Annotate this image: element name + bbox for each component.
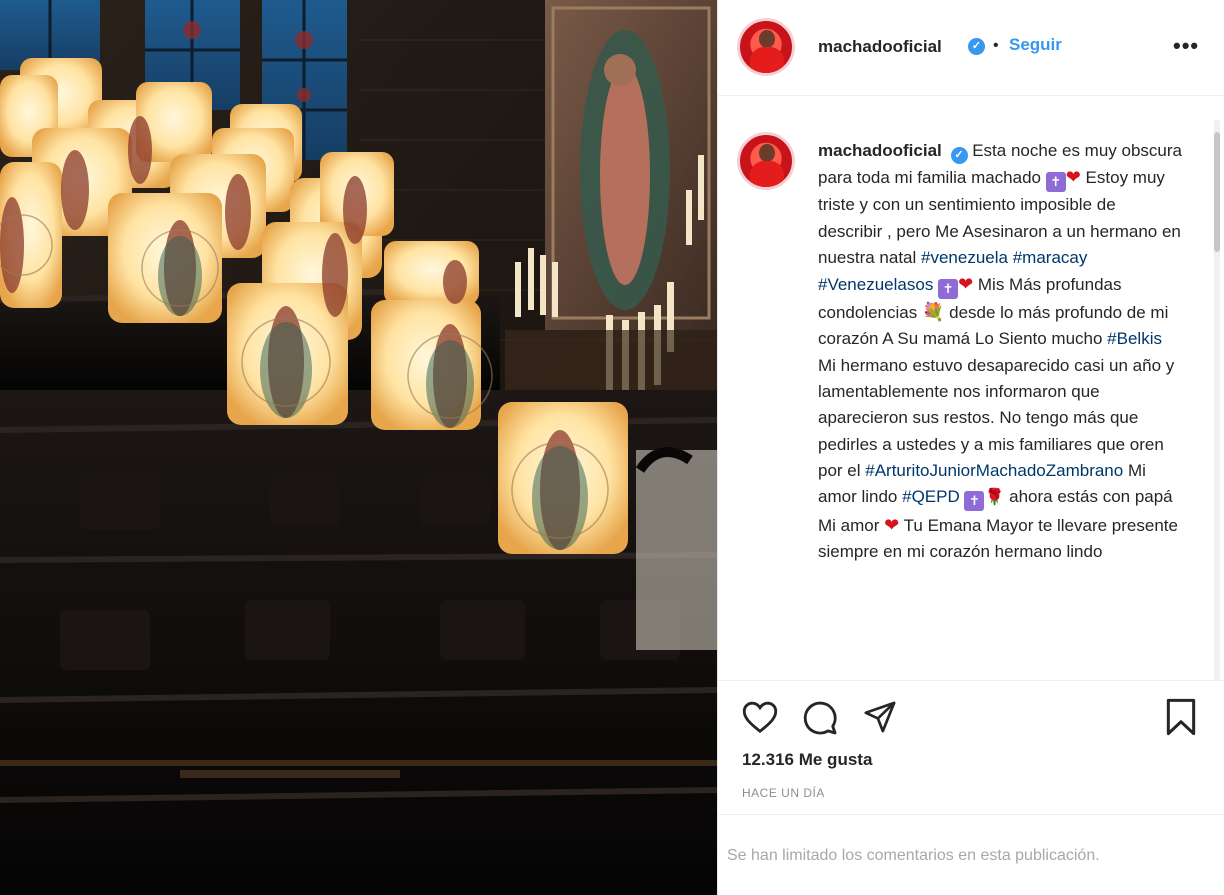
candles-photo-image: [0, 0, 717, 895]
cross-emoji-icon: ✝: [964, 491, 985, 512]
hashtag-link[interactable]: #venezuela: [921, 248, 1008, 267]
more-options-icon[interactable]: •••: [1173, 33, 1199, 59]
cross-emoji-icon: ✝: [1045, 172, 1066, 193]
header-username[interactable]: machadooficial: [818, 37, 942, 57]
post-header: machadooficial ✓ • Seguir •••: [718, 0, 1224, 96]
hashtag-link[interactable]: #Belkis: [1107, 329, 1162, 348]
bookmark-icon[interactable]: [1164, 698, 1198, 736]
likes-count[interactable]: 12.316 Me gusta: [742, 750, 872, 770]
hashtag-link[interactable]: #maracay: [1013, 248, 1088, 267]
red-heart-emoji-icon: ❤: [1065, 167, 1081, 188]
post-timestamp[interactable]: HACE UN DÍA: [742, 786, 825, 800]
follow-button[interactable]: Seguir: [1009, 35, 1062, 55]
verified-badge-icon: ✓: [950, 147, 968, 164]
comments-limited-notice: Se han limitado los comentarios en esta …: [718, 814, 1224, 895]
action-bar: [718, 680, 1224, 681]
caption-text: Esta noche es muy obscura para toda mi f…: [818, 141, 1182, 561]
verified-badge-icon: ✓: [968, 38, 985, 55]
rose-emoji-icon: 🌹: [984, 489, 1005, 507]
paper-plane-icon[interactable]: [862, 700, 898, 734]
heart-outline-icon[interactable]: [742, 700, 778, 734]
hashtag-link[interactable]: #QEPD: [902, 487, 960, 506]
hashtag-link[interactable]: #Venezuelasos: [818, 275, 933, 294]
cross-emoji-icon: ✝: [938, 279, 959, 300]
scrollbar-thumb[interactable]: [1214, 132, 1220, 252]
comment-bubble-icon[interactable]: [802, 700, 838, 736]
hashtag-link[interactable]: #ArturitoJuniorMachadoZambrano: [865, 461, 1123, 480]
post-details-panel: machadooficial ✓ • Seguir ••• machadoofi…: [717, 0, 1224, 895]
red-heart-emoji-icon: ❤: [958, 274, 974, 295]
post-caption: machadooficial ✓ Esta noche es muy obscu…: [818, 138, 1183, 678]
post-photo[interactable]: [0, 0, 717, 895]
caption-scrollbar[interactable]: [1214, 120, 1220, 680]
bouquet-emoji-icon: 💐: [921, 302, 945, 323]
avatar[interactable]: [737, 18, 795, 76]
separator-dot: •: [993, 37, 999, 54]
caption-avatar[interactable]: [737, 132, 795, 190]
caption-username[interactable]: machadooficial: [818, 141, 942, 160]
red-heart-emoji-icon: ❤: [884, 514, 900, 535]
